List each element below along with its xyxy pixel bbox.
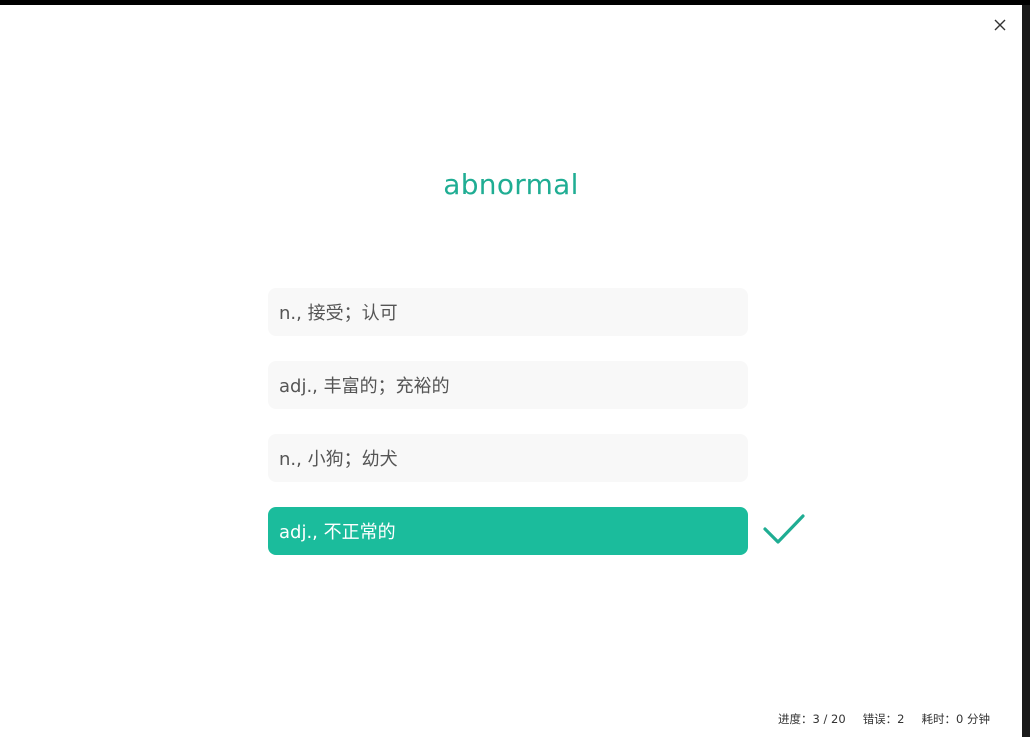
close-button[interactable] bbox=[992, 17, 1008, 33]
progress-text: 进度：3 / 20 bbox=[778, 712, 846, 726]
status-bar: 进度：3 / 20 错误：2 耗时：0 分钟 bbox=[778, 711, 990, 727]
answer-option-label: adj., 不正常的 bbox=[279, 522, 396, 543]
answer-option-label: n., 小狗；幼犬 bbox=[279, 449, 398, 470]
answer-option-2[interactable]: adj., 丰富的；充裕的 bbox=[268, 361, 748, 409]
close-icon bbox=[994, 19, 1006, 31]
elapsed-time-text: 耗时：0 分钟 bbox=[921, 712, 990, 726]
answer-option-1[interactable]: n., 接受；认可 bbox=[268, 288, 748, 336]
checkmark-icon bbox=[763, 514, 805, 544]
answer-option-3[interactable]: n., 小狗；幼犬 bbox=[268, 434, 748, 482]
window-edge bbox=[1022, 5, 1030, 737]
quiz-word: abnormal bbox=[443, 168, 579, 201]
answer-options: n., 接受；认可 adj., 丰富的；充裕的 n., 小狗；幼犬 adj., … bbox=[268, 288, 748, 580]
answer-option-label: adj., 丰富的；充裕的 bbox=[279, 376, 450, 397]
answer-option-4-correct[interactable]: adj., 不正常的 bbox=[268, 507, 748, 555]
error-count-text: 错误：2 bbox=[862, 712, 905, 726]
answer-option-label: n., 接受；认可 bbox=[279, 303, 398, 324]
quiz-window: abnormal n., 接受；认可 adj., 丰富的；充裕的 n., 小狗；… bbox=[0, 5, 1022, 737]
